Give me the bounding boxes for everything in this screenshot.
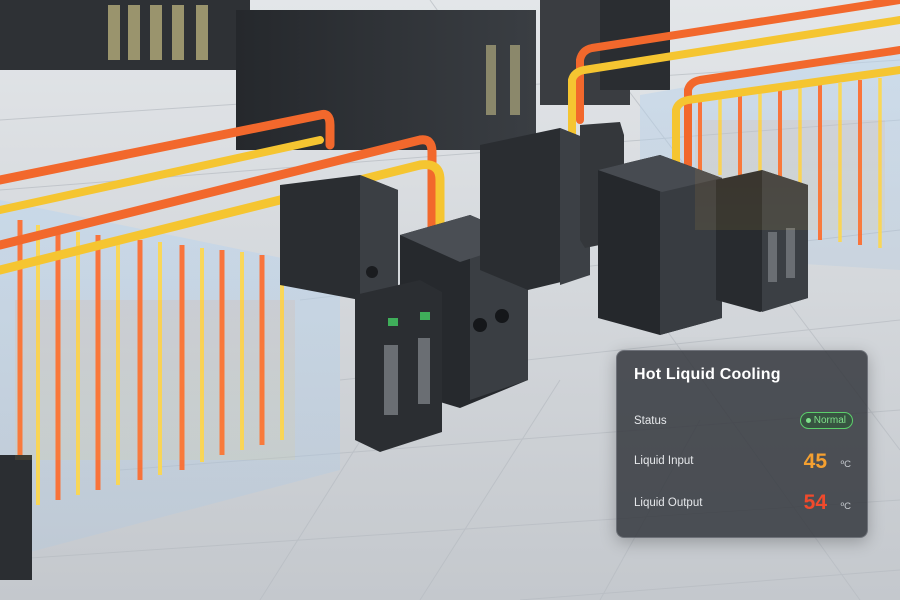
- status-dot-icon: [805, 418, 811, 423]
- liquid-output-label: Liquid Output: [634, 497, 703, 509]
- liquid-output-value: 54: [803, 491, 827, 514]
- liquid-input-unit: ºC: [840, 459, 851, 470]
- status-label: Status: [634, 415, 667, 427]
- liquid-input-value: 45: [803, 450, 827, 473]
- panel-title: Hot Liquid Cooling: [634, 366, 781, 383]
- hot-liquid-cooling-panel: Hot Liquid Cooling Status Normal Liquid …: [616, 350, 868, 538]
- liquid-output-unit: ºC: [840, 501, 851, 512]
- status-badge: Normal: [799, 412, 853, 429]
- data-center-scene: Hot Liquid Cooling Status Normal Liquid …: [0, 0, 900, 600]
- status-value: Normal: [813, 415, 846, 426]
- liquid-input-label: Liquid Input: [634, 455, 694, 467]
